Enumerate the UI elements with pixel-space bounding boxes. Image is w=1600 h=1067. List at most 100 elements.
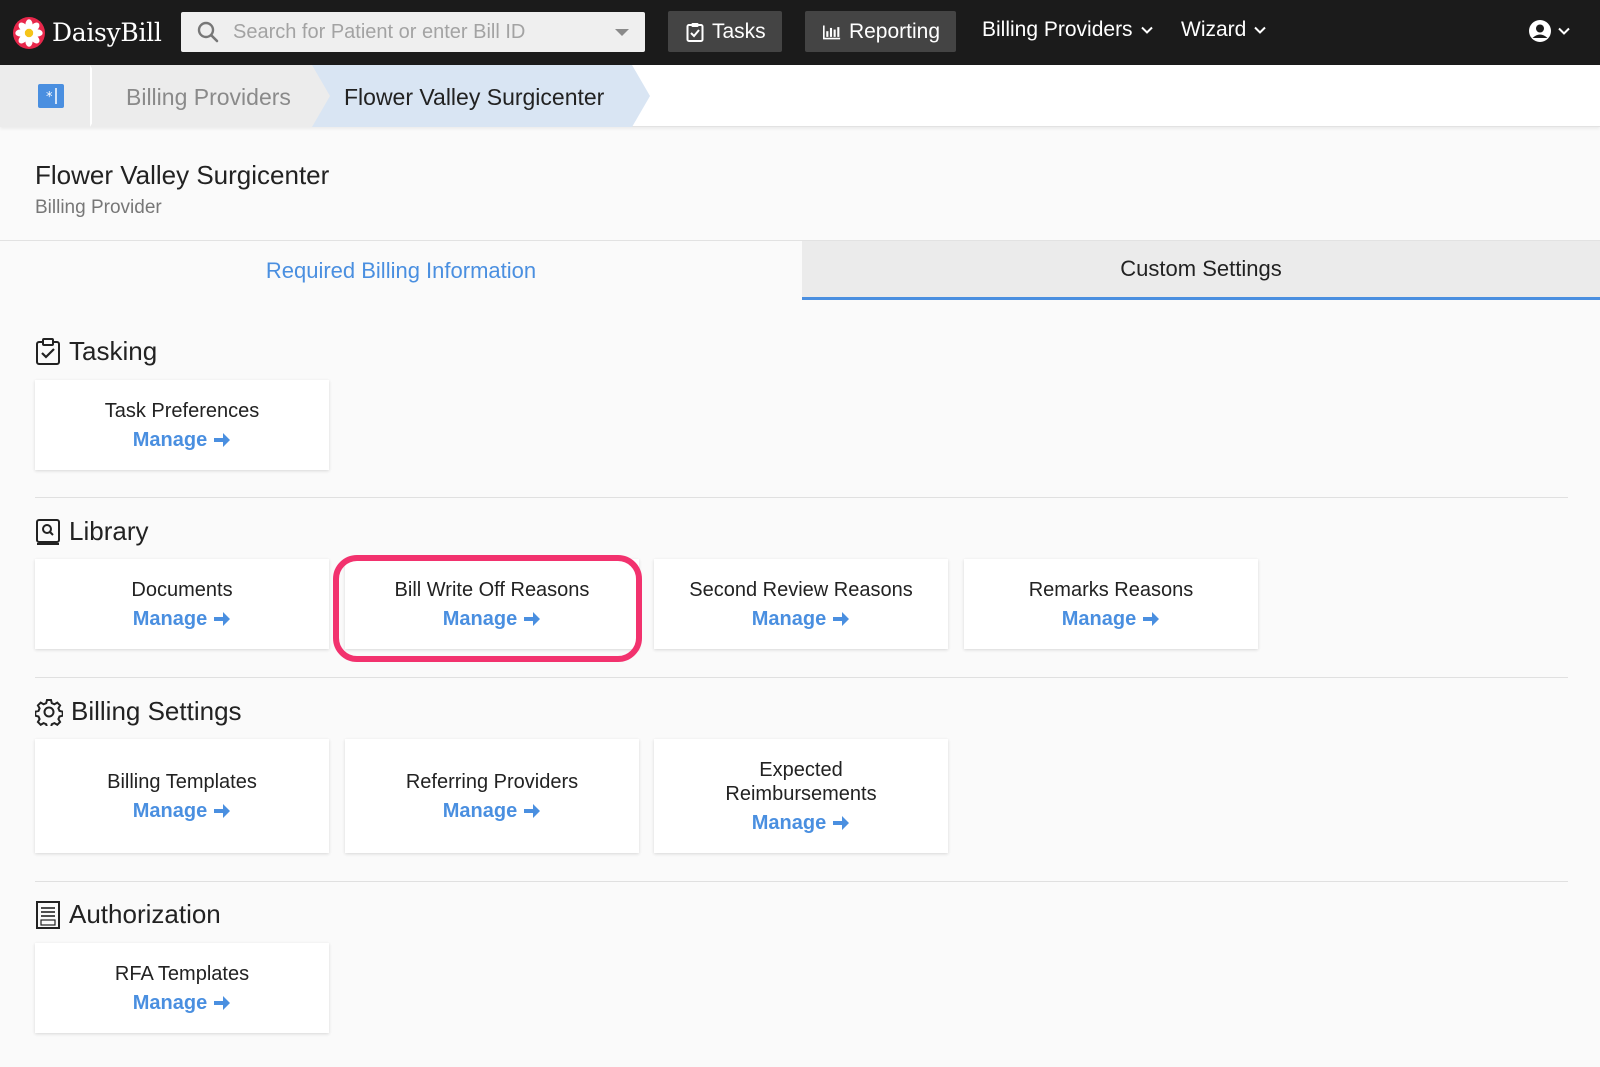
breadcrumb-separator (92, 65, 110, 127)
card-label: Task Preferences (104, 399, 260, 422)
card-label: Remarks Reasons (1028, 578, 1194, 601)
section-tasking-title: Tasking (35, 336, 157, 367)
gear-icon (35, 698, 63, 726)
manage-link[interactable]: Manage (133, 429, 231, 452)
top-navbar: DaisyBill Tasks Reporting Billing Provid… (0, 0, 1600, 65)
arrow-right-icon (833, 816, 850, 830)
card-label: Second Review Reasons (689, 578, 913, 601)
manage-link[interactable]: Manage (1062, 608, 1160, 631)
wizard-label: Wizard (1181, 18, 1247, 41)
chevron-down-icon (1254, 26, 1267, 34)
manage-link-label: Manage (132, 428, 208, 451)
card-referring-providers: Referring Providers Manage (345, 739, 639, 853)
section-billing-settings-label: Billing Settings (71, 696, 242, 726)
manage-link-label: Manage (132, 607, 208, 630)
card-documents: Documents Manage (35, 559, 329, 649)
page-title: Flower Valley Surgicenter (35, 160, 330, 190)
card-label: RFA Templates (114, 962, 250, 985)
manage-link-label: Manage (132, 991, 208, 1014)
arrow-right-icon (214, 433, 231, 447)
rfa-document-icon (36, 900, 60, 929)
clipboard-check-icon (686, 22, 704, 42)
section-tasking-label: Tasking (69, 336, 158, 366)
card-rfa-templates: RFA Templates Manage (35, 943, 329, 1033)
manage-link-label: Manage (751, 811, 827, 834)
breadcrumb-current: Flower Valley Surgicenter (312, 65, 632, 127)
manage-link-label: Manage (442, 799, 518, 822)
manage-link-label: Manage (1061, 607, 1137, 630)
arrow-right-icon (1143, 612, 1160, 626)
section-billing-settings-title: Billing Settings (35, 696, 242, 727)
daisy-logo-icon (13, 16, 45, 49)
svg-text:*: * (46, 90, 53, 105)
arrow-right-icon (833, 612, 850, 626)
chevron-down-icon (1558, 27, 1570, 35)
search-icon (197, 21, 219, 43)
tab-bar: Required Billing Information Custom Sett… (0, 240, 1600, 300)
section-authorization-label: Authorization (69, 899, 221, 929)
card-label: Billing Templates (107, 770, 257, 793)
tab-custom-settings[interactable]: Custom Settings (802, 241, 1600, 300)
card-label: Documents (131, 578, 233, 601)
wizard-menu[interactable]: Wizard (1181, 18, 1267, 42)
page-header: Flower Valley Surgicenter Billing Provid… (0, 140, 1600, 240)
card-second-review-reasons: Second Review Reasons Manage (654, 559, 948, 649)
card-remarks-reasons: Remarks Reasons Manage (964, 559, 1258, 649)
breadcrumb-separator (632, 65, 650, 127)
user-circle-icon (1529, 20, 1551, 42)
arrow-right-icon (214, 612, 231, 626)
manage-link[interactable]: Manage (133, 800, 231, 823)
card-expected-reimbursements: Expected Reimbursements Manage (654, 739, 948, 853)
section-library-label: Library (69, 516, 149, 546)
manage-link[interactable]: Manage (133, 992, 231, 1015)
breadcrumb-billing-providers-label: Billing Providers (126, 84, 291, 110)
manage-link[interactable]: Manage (752, 812, 850, 835)
tasks-button[interactable]: Tasks (668, 11, 782, 52)
breadcrumb: * Billing Providers Flower Valley Surgic… (0, 65, 1600, 127)
manage-link-label: Manage (751, 607, 827, 630)
search-input[interactable] (233, 20, 593, 44)
manage-link[interactable]: Manage (133, 608, 231, 631)
arrow-right-icon (214, 996, 231, 1010)
manage-link[interactable]: Manage (752, 608, 850, 631)
manage-link[interactable]: Manage (443, 800, 541, 823)
reporting-label: Reporting (848, 19, 940, 43)
breadcrumb-billing-providers[interactable]: Billing Providers (92, 65, 312, 127)
search-bar[interactable] (181, 12, 645, 52)
card-label: Expected Reimbursements (725, 758, 877, 805)
arrow-right-icon (524, 612, 541, 626)
card-label: Bill Write Off Reasons (394, 578, 590, 601)
arrow-right-icon (524, 804, 541, 818)
page-subtitle: Billing Provider (35, 197, 162, 218)
reporting-button[interactable]: Reporting (805, 11, 956, 52)
breadcrumb-separator (312, 65, 330, 127)
section-divider (35, 881, 1568, 882)
section-divider (35, 497, 1568, 498)
card-bill-write-off-reasons: Bill Write Off Reasons Manage (345, 559, 639, 649)
user-menu[interactable] (1528, 19, 1570, 43)
library-book-icon (36, 518, 60, 545)
breadcrumb-home[interactable]: * (0, 65, 92, 127)
breadcrumb-current-label: Flower Valley Surgicenter (344, 84, 605, 110)
billing-providers-label: Billing Providers (982, 18, 1133, 41)
tab-required-billing-information[interactable]: Required Billing Information (0, 241, 802, 300)
section-library-title: Library (35, 516, 148, 547)
manage-link[interactable]: Manage (443, 608, 541, 631)
card-task-preferences: Task Preferences Manage (35, 380, 329, 470)
manage-link-label: Manage (132, 799, 208, 822)
card-label: Referring Providers (405, 770, 579, 793)
section-authorization-title: Authorization (35, 899, 221, 930)
tasks-label: Tasks (712, 19, 766, 43)
manage-link-label: Manage (442, 607, 518, 630)
provider-card-icon: * (38, 84, 64, 108)
clipboard-check-icon (36, 337, 60, 365)
section-divider (35, 677, 1568, 678)
brand-name: DaisyBill (52, 18, 162, 47)
arrow-right-icon (214, 804, 231, 818)
card-billing-templates: Billing Templates Manage (35, 739, 329, 853)
bar-chart-icon (823, 24, 841, 39)
chevron-down-icon (1140, 26, 1153, 34)
search-dropdown-caret-icon[interactable] (615, 29, 629, 36)
brand[interactable]: DaisyBill (12, 16, 172, 50)
billing-providers-menu[interactable]: Billing Providers (982, 18, 1153, 42)
